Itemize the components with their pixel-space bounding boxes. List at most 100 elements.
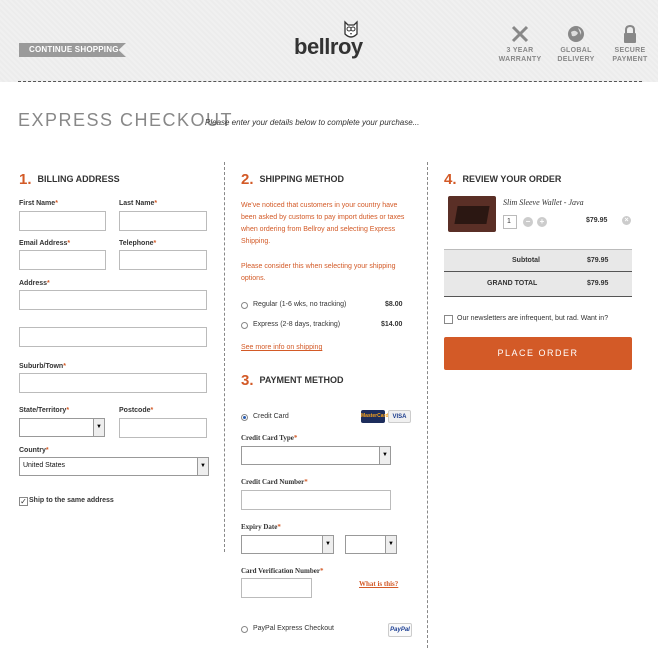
chevron-down-icon: ▼	[197, 458, 208, 475]
notice-line: been asked by customs to pay import duti…	[241, 214, 405, 221]
warranty-line2: WARRANTY	[498, 56, 542, 63]
state-select[interactable]: ▼	[19, 418, 105, 437]
required-mark: *	[150, 407, 154, 414]
ship-same-checkbox[interactable]: ✓	[19, 497, 28, 506]
review-number: 4.	[444, 171, 457, 188]
cvn-text: Card Verification Number	[241, 567, 320, 575]
increase-qty-icon[interactable]: +	[537, 217, 547, 227]
required-mark: *	[55, 200, 58, 207]
postcode-text: Postcode	[119, 407, 151, 414]
paypal-icon: PayPal	[388, 623, 412, 637]
required-mark: *	[63, 363, 66, 370]
notice-line: Please consider this when selecting your…	[241, 263, 396, 270]
quantity-input[interactable]: 1	[503, 215, 517, 229]
shipping-title: SHIPPING METHOD	[259, 174, 345, 184]
chevron-down-icon: ▼	[93, 419, 104, 436]
newsletter-checkbox[interactable]	[444, 315, 453, 324]
totals-divider	[444, 271, 632, 272]
last-name-label: Last Name*	[119, 200, 157, 207]
card-type-label: Credit Card Type*	[241, 434, 297, 442]
chevron-down-icon: ▼	[379, 447, 390, 464]
globe-icon	[568, 26, 584, 42]
page-subtitle: Please enter your details below to compl…	[205, 118, 420, 127]
bellroy-logo[interactable]: bellroy	[294, 20, 366, 64]
visa-icon: VISA	[388, 410, 411, 423]
what-is-this-link[interactable]: What is this?	[359, 580, 398, 588]
shipping-heading: 2. SHIPPING METHOD	[241, 171, 344, 188]
warranty-line1: 3 YEAR	[506, 47, 534, 54]
email-input[interactable]	[19, 250, 106, 270]
express-shipping-label: Express (2-8 days, tracking)	[253, 321, 341, 328]
delivery-line2: DELIVERY	[557, 56, 595, 63]
required-mark: *	[45, 447, 49, 454]
credit-card-label: Credit Card	[253, 413, 289, 420]
first-name-input[interactable]	[19, 211, 106, 231]
state-text: State/Territory	[19, 407, 67, 414]
telephone-input[interactable]	[119, 250, 207, 270]
country-label: Country*	[19, 447, 49, 454]
card-type-select[interactable]: ▼	[241, 446, 391, 465]
address-line2-input[interactable]	[19, 327, 207, 347]
consider-notice: Please consider this when selecting your…	[241, 261, 395, 285]
secure-line1: SECURE	[614, 47, 646, 54]
address-line1-input[interactable]	[19, 290, 207, 310]
required-mark: *	[277, 523, 281, 531]
subtotal-label: Subtotal	[512, 257, 540, 264]
suburb-text: Suburb/Town	[19, 363, 64, 370]
required-mark: *	[154, 200, 158, 207]
address-label: Address*	[19, 280, 50, 287]
shipping-info-link[interactable]: See more info on shipping	[241, 344, 322, 351]
paypal-label: PayPal Express Checkout	[253, 625, 334, 632]
billing-title: BILLING ADDRESS	[37, 174, 120, 184]
notice-line: options.	[241, 275, 266, 282]
decrease-qty-icon[interactable]: −	[523, 217, 533, 227]
postcode-input[interactable]	[119, 418, 207, 438]
payment-number: 3.	[241, 372, 254, 389]
last-name-text: Last Name	[119, 200, 155, 207]
last-name-input[interactable]	[119, 211, 207, 231]
card-number-input[interactable]	[241, 490, 391, 510]
review-heading: 4. REVIEW YOUR ORDER	[444, 171, 561, 188]
credit-card-radio[interactable]	[241, 414, 248, 421]
regular-shipping-radio[interactable]	[241, 302, 248, 309]
first-name-label: First Name*	[19, 200, 58, 207]
delivery-badge: GLOBAL DELIVERY	[551, 24, 601, 64]
secure-line2: PAYMENT	[612, 56, 648, 63]
notice-line: Shipping.	[241, 238, 271, 245]
subtotal-value: $79.95	[587, 257, 609, 264]
required-mark: *	[67, 240, 71, 247]
express-shipping-price: $14.00	[381, 321, 403, 328]
billing-number: 1.	[19, 171, 32, 188]
country-text: Country	[19, 447, 46, 454]
email-label: Email Address*	[19, 240, 70, 247]
delivery-line1: GLOBAL	[560, 47, 592, 54]
expiry-year-select[interactable]: ▼	[345, 535, 397, 554]
column-divider-1	[224, 162, 225, 552]
continue-shopping-button[interactable]: CONTINUE SHOPPING	[19, 43, 126, 57]
country-select[interactable]: United States ▼	[19, 457, 209, 476]
cvn-label: Card Verification Number*	[241, 567, 323, 575]
cvn-input[interactable]	[241, 578, 312, 598]
suburb-label: Suburb/Town*	[19, 363, 66, 370]
expiry-month-select[interactable]: ▼	[241, 535, 334, 554]
required-mark: *	[293, 434, 298, 442]
card-type-text: Credit Card Type	[241, 434, 294, 442]
telephone-label: Telephone*	[119, 240, 156, 247]
owl-icon	[344, 20, 358, 38]
warranty-badge: 3 YEAR WARRANTY	[495, 24, 545, 64]
regular-shipping-label: Regular (1-6 wks, no tracking)	[253, 301, 347, 308]
place-order-button[interactable]: PLACE ORDER	[444, 337, 632, 370]
grand-total-value: $79.95	[587, 280, 609, 287]
express-shipping-radio[interactable]	[241, 322, 248, 329]
required-mark: *	[47, 280, 50, 287]
tools-icon	[511, 25, 529, 43]
payment-title: PAYMENT METHOD	[259, 375, 344, 385]
paypal-radio[interactable]	[241, 626, 248, 633]
required-mark: *	[304, 478, 308, 486]
remove-item-icon[interactable]: ×	[622, 216, 631, 225]
product-name[interactable]: Slim Sleeve Wallet - Java	[503, 198, 584, 207]
secure-badge: SECURE PAYMENT	[605, 24, 655, 64]
suburb-input[interactable]	[19, 373, 207, 393]
postcode-label: Postcode*	[119, 407, 153, 414]
card-number-text: Credit Card Number	[241, 478, 305, 486]
